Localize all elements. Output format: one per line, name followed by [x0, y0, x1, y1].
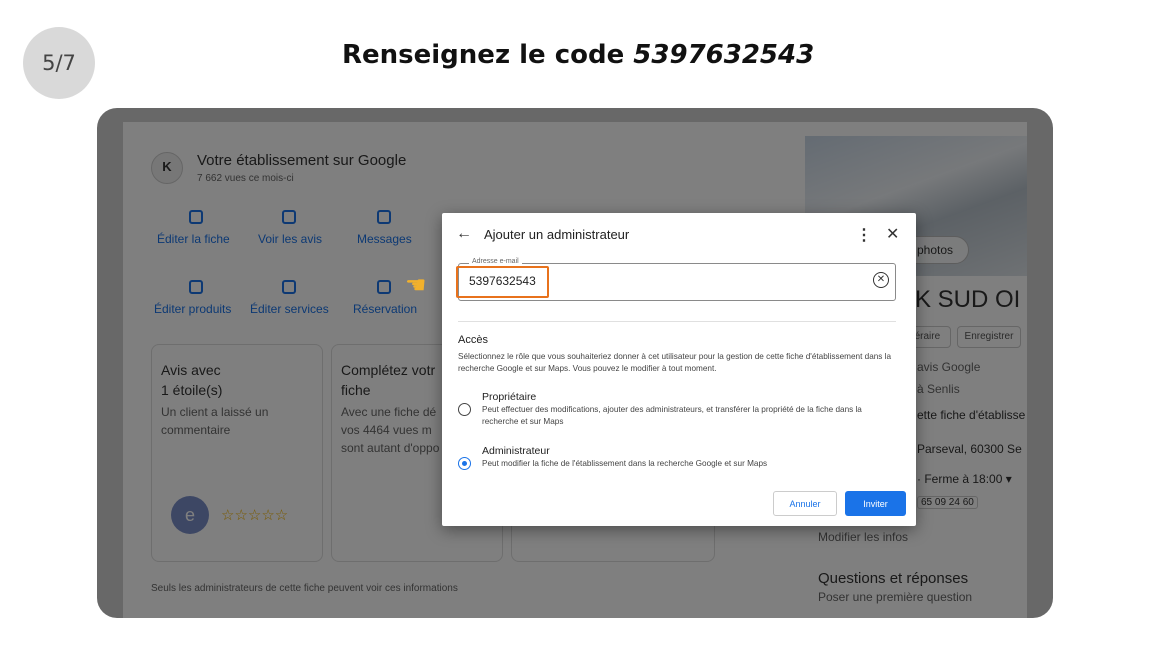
- tutorial-slide: 5/7 Renseignez le code 5397632543 K Votr…: [0, 0, 1150, 646]
- access-title: Accès: [458, 334, 488, 346]
- screen: K Votre établissement sur Google 7 662 v…: [123, 122, 1027, 618]
- headline: Renseignez le code 5397632543: [342, 40, 814, 70]
- access-description: Sélectionnez le rôle que vous souhaiteri…: [458, 352, 892, 373]
- pointing-hand-icon: ☛: [405, 272, 427, 299]
- radio-owner[interactable]: [458, 403, 471, 416]
- option-owner-desc: Peut effectuer des modifications, ajoute…: [482, 405, 862, 426]
- option-owner-title: Propriétaire: [482, 391, 537, 403]
- back-arrow-icon[interactable]: ←: [456, 225, 472, 243]
- screenshot-frame: K Votre établissement sur Google 7 662 v…: [97, 108, 1053, 618]
- option-admin-desc: Peut modifier la fiche de l'établissemen…: [482, 459, 768, 468]
- cancel-button[interactable]: Annuler: [773, 491, 837, 516]
- close-icon[interactable]: ✕: [886, 224, 899, 244]
- add-admin-dialog: ← Ajouter un administrateur ⋮ ✕ Adresse …: [442, 213, 916, 526]
- clear-icon[interactable]: ✕: [873, 272, 889, 288]
- more-vert-icon[interactable]: ⋮: [856, 225, 872, 245]
- code-highlight-box: [456, 266, 549, 298]
- option-admin-title: Administrateur: [482, 445, 550, 457]
- invite-button[interactable]: Inviter: [845, 491, 906, 516]
- divider: [458, 321, 896, 322]
- dialog-title: Ajouter un administrateur: [484, 227, 630, 242]
- email-field-label: Adresse e-mail: [469, 258, 522, 265]
- headline-prefix: Renseignez le code: [342, 40, 634, 70]
- step-indicator: 5/7: [23, 27, 95, 99]
- headline-code: 5397632543: [633, 40, 815, 70]
- radio-admin[interactable]: [458, 457, 471, 470]
